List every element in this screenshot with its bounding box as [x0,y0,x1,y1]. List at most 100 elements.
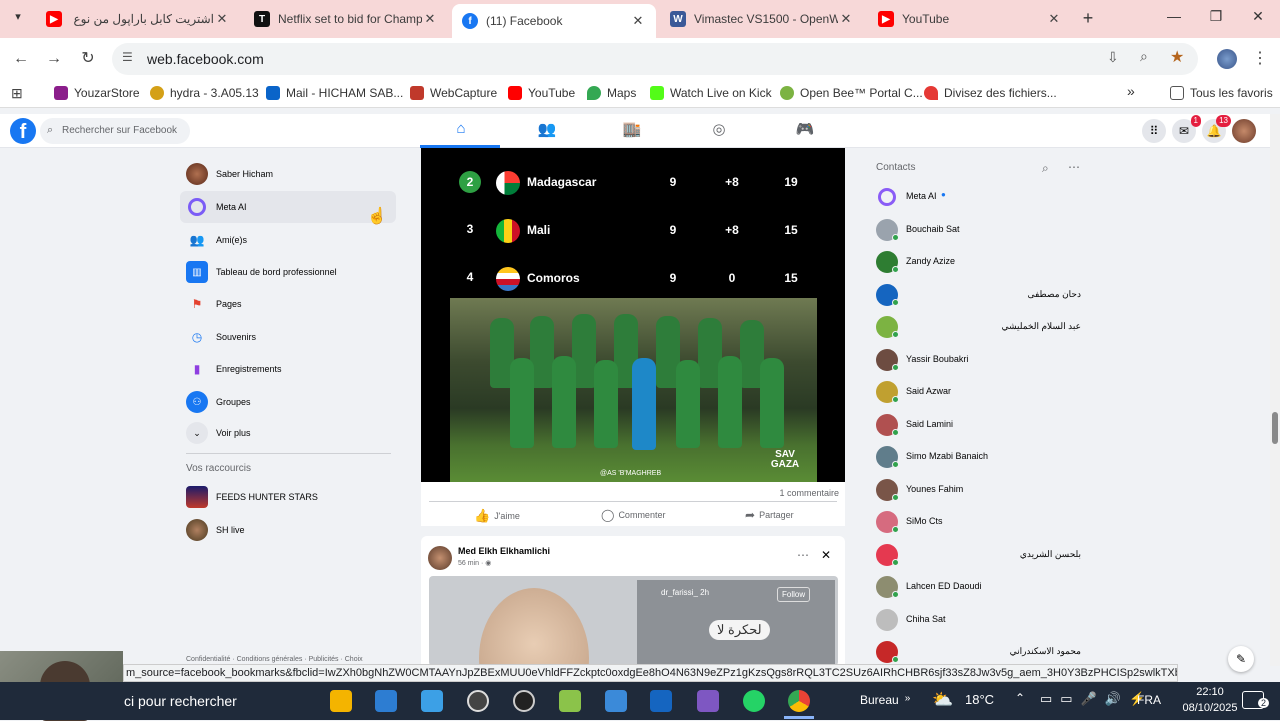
install-app-icon[interactable]: ⇩ [1107,49,1119,66]
gaming-icon[interactable]: 🎮 [793,120,817,142]
tab-search-button[interactable]: ▾ [8,10,28,28]
groups-nav-icon[interactable]: ◎ [707,120,731,142]
taskbar-search[interactable]: ci pour rechercher [124,693,237,709]
follow-button[interactable]: Follow [777,587,811,602]
facebook-logo-icon[interactable]: f [10,118,36,144]
post-author[interactable]: Med Elkh Elkhamlichi [458,546,550,556]
address-bar[interactable]: ☰ web.facebook.com ⇩ ⌕ ★ [112,43,1198,75]
post-video-thumbnail[interactable]: dr_farissi_ 2h Follow لحكرة لا [429,576,838,666]
contacts-options-icon[interactable]: ⋯ [1068,160,1080,174]
contact-item[interactable]: دحان مصطفى [876,280,1086,310]
new-message-icon[interactable]: ✎ [1228,646,1254,672]
forward-arrow-icon[interactable]: → [43,48,65,70]
weather-icon[interactable]: ⛅ [932,690,953,710]
shortcut-feeds-hunter-stars[interactable]: FEEDS HUNTER STARS [180,481,396,513]
download-app-icon[interactable] [421,690,443,712]
contact-item[interactable]: SiMo Cts [876,507,1086,537]
new-tab-button[interactable]: + [1078,8,1098,29]
bookmarks-overflow-button[interactable]: » [1127,83,1135,99]
browser-tab-4[interactable]: W Vimastec VS1500 - OpenWe ✕ [660,4,864,34]
bookmark-kick[interactable]: Watch Live on Kick [650,86,772,100]
contact-item[interactable]: Bouchaib Sat [876,215,1086,245]
menu-kebab-icon[interactable]: ⋮ [1252,48,1268,68]
sidebar-item-saved[interactable]: ▮ Enregistrements [180,353,396,385]
sidebar-item-see-more[interactable]: ⌄ Voir plus [180,417,396,449]
bookmark-mail[interactable]: Mail - HICHAM SAB... [266,86,403,100]
contact-item[interactable]: Simo Mzabi Banaich [876,442,1086,472]
share-button[interactable]: ➦ Partager [745,508,794,522]
weather-temp[interactable]: 18°C [965,692,994,707]
close-window-icon[interactable]: ✕ [1238,8,1278,25]
browser-tab-2[interactable]: T Netflix set to bid for Champi ✕ [244,4,448,34]
restore-icon[interactable]: ❐ [1196,8,1236,25]
vs-app-icon[interactable] [697,690,719,712]
calculator-icon[interactable] [605,690,627,712]
contact-item[interactable]: محمود الاسكندراني [876,637,1086,667]
author-avatar[interactable] [428,546,452,570]
bookmark-star-icon[interactable]: ★ [1170,47,1184,67]
close-tab-icon[interactable]: ✕ [422,11,438,27]
bookmark-maps[interactable]: Maps [587,86,636,100]
page-scrollbar[interactable] [1270,114,1280,666]
obs-icon[interactable] [513,690,535,712]
bureau-toolbar[interactable]: Bureau » [860,693,910,707]
hide-post-close-icon[interactable]: ✕ [821,548,831,562]
contact-item[interactable]: Said Azwar [876,377,1086,407]
close-tab-icon[interactable]: ✕ [214,11,230,27]
close-tab-icon[interactable]: ✕ [1046,11,1062,27]
chrome-icon[interactable] [788,690,810,712]
notification-center-icon[interactable]: 2 [1242,691,1269,709]
network-app-icon[interactable] [650,690,672,712]
browser-tab-1[interactable]: ▶ اشتريت كابل باراپول من نوع أ ✕ [36,4,240,34]
contact-item[interactable]: Yassir Boubakri [876,345,1086,375]
reload-icon[interactable]: ↻ [77,48,99,70]
sidebar-item-dashboard[interactable]: ▥ Tableau de bord professionnel [180,256,396,288]
contact-item[interactable]: Lahcen ED Daoudi [876,572,1086,602]
bookmark-hydra[interactable]: hydra - 3.A05.13 [150,86,259,100]
scrollbar-thumb[interactable] [1272,412,1278,444]
contact-item[interactable]: Chiha Sat [876,605,1086,635]
home-icon[interactable]: ⌂ [449,120,473,142]
bookmark-youtube[interactable]: YouTube [508,86,575,100]
site-info-icon[interactable]: ☰ [122,50,133,64]
sidebar-item-friends[interactable]: 👥 Ami(e)s [180,224,396,256]
contact-item[interactable]: Said Lamini [876,410,1086,440]
browser-tab-5[interactable]: ▶ YouTube ✕ [868,4,1072,34]
back-arrow-icon[interactable]: ← [10,48,32,70]
apps-grid-icon[interactable]: ⊞ [11,85,23,102]
bookmark-openbee[interactable]: Open Bee™ Portal C... [780,86,923,100]
close-tab-icon[interactable]: ✕ [838,11,854,27]
close-tab-icon[interactable]: ✕ [630,13,646,29]
sidebar-item-meta-ai[interactable]: Meta AI [180,191,396,223]
marketplace-icon[interactable]: 🏬 [620,120,644,142]
contact-item[interactable]: Zandy Azize [876,247,1086,277]
menu-grid-icon[interactable]: ⠿ [1142,119,1166,143]
search-contacts-icon[interactable]: ⌕ [1042,161,1049,176]
browser-tab-3-active[interactable]: f (11) Facebook ✕ [452,4,656,38]
facebook-search-input[interactable]: Rechercher sur Facebook [40,118,190,144]
sidebar-item-pages[interactable]: ⚑ Pages [180,288,396,320]
minimize-icon[interactable]: — [1154,8,1194,24]
contact-item[interactable]: عبد السلام الخمليشي [876,312,1086,342]
store-icon[interactable] [375,690,397,712]
messenger-icon[interactable]: ✉ 1 [1172,115,1201,143]
clock-date[interactable]: 08/10/2025 [1170,702,1250,714]
sidebar-item-groups[interactable]: ⚇ Groupes [180,386,396,418]
post-video[interactable]: 2 Madagascar 9 +8 19 3 Mali 9 +8 15 4 Co… [421,148,845,482]
bookmark-webcapture[interactable]: WebCapture [410,86,497,100]
profile-avatar[interactable] [1217,49,1237,69]
like-button[interactable]: 👍 J'aime [474,508,520,524]
record-app-icon[interactable] [467,690,489,712]
bookmark-divisez[interactable]: Divisez des fichiers... [924,86,1057,100]
paint-icon[interactable] [559,690,581,712]
notifications-bell-icon[interactable]: 🔔 13 [1202,115,1231,143]
all-bookmarks-folder[interactable]: Tous les favoris [1170,86,1273,100]
zoom-icon[interactable]: ⌕ [1140,48,1148,65]
clock-time[interactable]: 22:10 [1183,686,1237,698]
comment-count[interactable]: 1 commentaire [779,488,839,498]
comment-button[interactable]: ◯ Commenter [601,508,665,522]
footer-links[interactable]: Confidentialité · Conditions générales ·… [186,656,363,663]
contact-item[interactable]: بلحسن الشريدي [876,540,1086,570]
sidebar-item-profile[interactable]: Saber Hicham [180,158,396,190]
language-indicator[interactable]: FRA [1137,693,1161,707]
